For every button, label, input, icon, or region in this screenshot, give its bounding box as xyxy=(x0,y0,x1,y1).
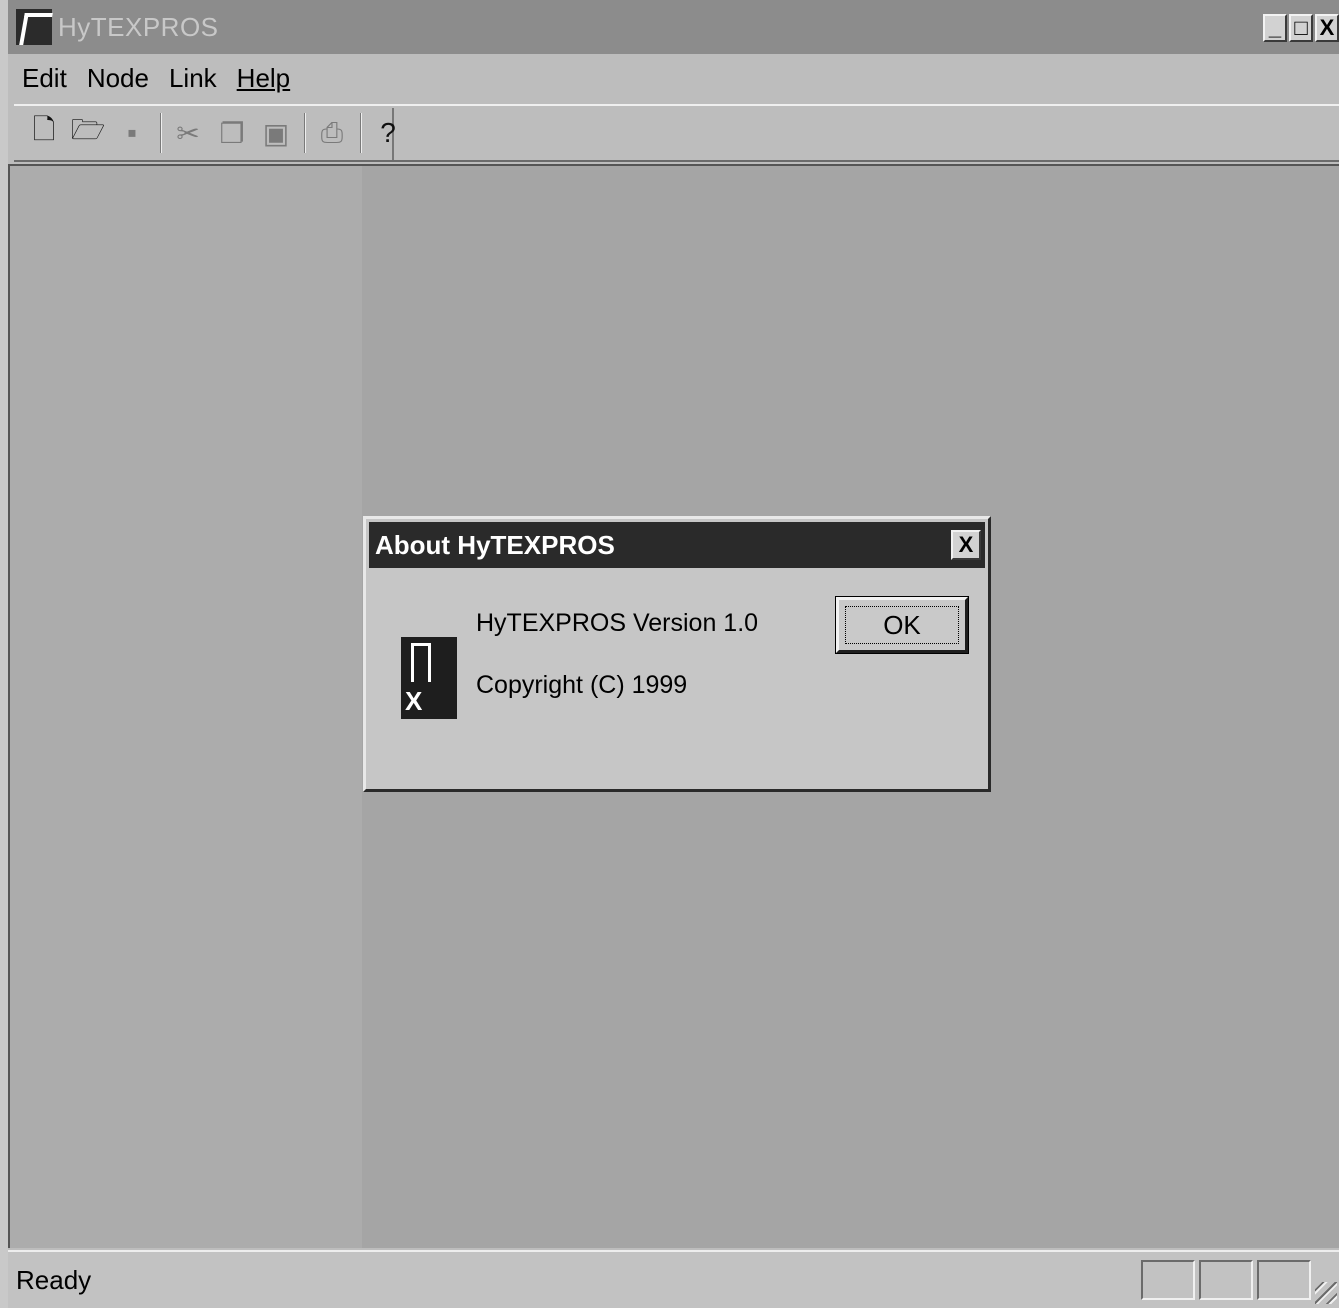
new-document-icon[interactable]: 🗋 xyxy=(26,113,62,153)
save-icon[interactable]: ▪ xyxy=(114,113,150,153)
client-left-pane xyxy=(10,166,362,1248)
toolbar-separator xyxy=(160,113,162,153)
about-dialog: About HyTEXPROS X HyTEXPROS Version 1.0 … xyxy=(363,516,991,792)
app-logo-icon xyxy=(401,637,457,719)
window-controls: _ □ X xyxy=(1263,14,1339,42)
title-bar[interactable]: HyTEXPROS _ □ X xyxy=(8,0,1339,54)
paste-icon[interactable]: ▣ xyxy=(258,113,294,153)
status-panels xyxy=(1141,1260,1311,1300)
menu-edit[interactable]: Edit xyxy=(22,63,67,94)
toolbar-separator xyxy=(304,113,306,153)
dialog-title: About HyTEXPROS xyxy=(375,529,615,560)
status-panel xyxy=(1141,1260,1195,1300)
status-bar: Ready xyxy=(8,1250,1339,1308)
print-icon[interactable]: ⎙ xyxy=(314,113,350,153)
ok-button[interactable]: OK xyxy=(835,596,969,654)
copy-icon[interactable]: ❐ xyxy=(214,113,250,153)
dialog-close-button[interactable]: X xyxy=(951,530,981,560)
menu-help[interactable]: Help xyxy=(237,63,290,94)
open-folder-icon[interactable]: 🗁 xyxy=(70,113,106,153)
status-panel xyxy=(1199,1260,1253,1300)
menu-link[interactable]: Link xyxy=(169,63,217,94)
help-icon[interactable]: ? xyxy=(370,113,406,153)
close-button[interactable]: X xyxy=(1315,14,1339,42)
app-icon xyxy=(16,9,52,45)
toolbar: 🗋 🗁 ▪ ✂ ❐ ▣ ⎙ ? xyxy=(14,104,1339,162)
status-panel xyxy=(1257,1260,1311,1300)
menu-bar: Edit Node Link Help xyxy=(8,54,1339,102)
menu-node[interactable]: Node xyxy=(87,63,149,94)
minimize-button[interactable]: _ xyxy=(1263,14,1287,42)
version-text: HyTEXPROS Version 1.0 xyxy=(476,609,759,637)
dialog-title-bar[interactable]: About HyTEXPROS X xyxy=(369,522,985,568)
resize-grip-icon[interactable] xyxy=(1315,1282,1337,1304)
cut-icon[interactable]: ✂ xyxy=(170,113,206,153)
copyright-text: Copyright (C) 1999 xyxy=(476,671,688,699)
maximize-button[interactable]: □ xyxy=(1289,14,1313,42)
status-text: Ready xyxy=(16,1264,92,1295)
window-title: HyTEXPROS xyxy=(58,11,219,42)
ok-button-label: OK xyxy=(845,606,959,644)
toolbar-separator xyxy=(360,113,362,153)
